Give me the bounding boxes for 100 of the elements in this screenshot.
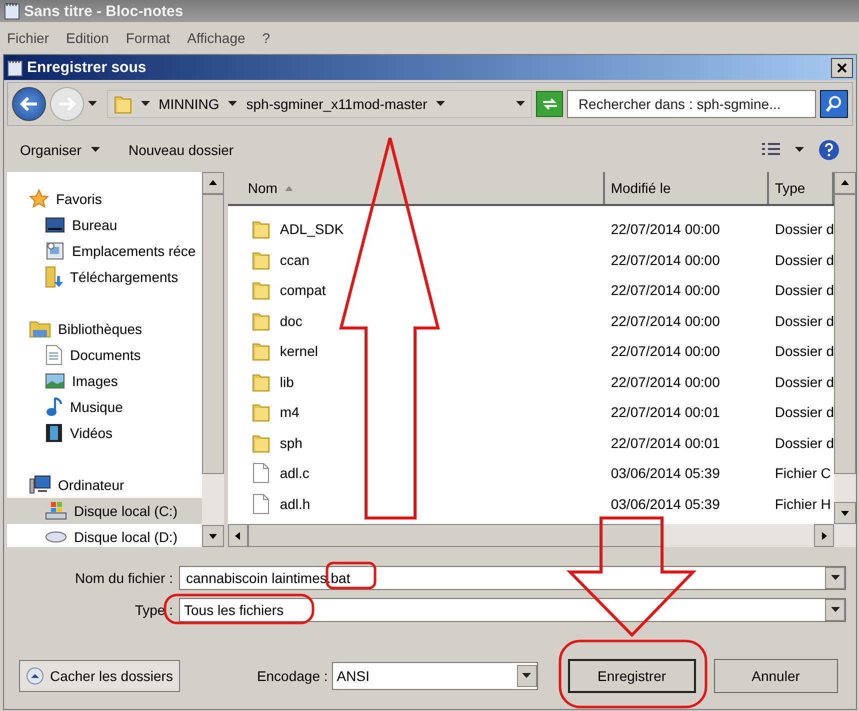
close-button[interactable] (831, 58, 853, 78)
scrollbar-thumb[interactable] (248, 524, 663, 547)
breadcrumb-item[interactable]: sph-sgminer_x11mod-master (246, 96, 428, 112)
scroll-arrow-button[interactable] (228, 524, 248, 547)
nav-group-label[interactable]: Ordinateur (58, 477, 124, 493)
modified-date: 22/07/2014 00:01 (610, 434, 720, 451)
up-triangle-icon (208, 179, 217, 187)
file-type: Dossier d (774, 282, 834, 298)
menu-item[interactable]: Edition (66, 30, 109, 46)
down-triangle-icon (208, 532, 217, 540)
nav-item[interactable]: Images (7, 368, 202, 394)
column-header[interactable]: Nom (228, 172, 605, 204)
file-type: Fichier H (774, 496, 831, 512)
notepad-icon (7, 58, 23, 76)
scrollbar-thumb[interactable] (202, 194, 224, 474)
nav-item[interactable]: Vidéos (7, 420, 202, 446)
document-icon (45, 344, 63, 366)
caret-icon (830, 607, 840, 613)
nav-item[interactable]: Musique (7, 394, 202, 420)
nav-item[interactable]: Disque local (D:) (7, 524, 202, 547)
file-name[interactable]: sph (280, 434, 302, 451)
modified-date: 03/06/2014 05:39 (610, 465, 720, 482)
nav-group-label[interactable]: Bibliothèques (58, 321, 142, 337)
nav-group-label[interactable]: Favoris (56, 191, 102, 207)
search-field[interactable]: Rechercher dans : sph-sgmine... (567, 90, 816, 118)
nav-scrollbar[interactable] (202, 172, 224, 547)
nav-item[interactable]: Emplacements réce (7, 238, 202, 264)
file-type: Dossier d (774, 252, 834, 268)
menu-item[interactable]: Affichage (187, 30, 246, 46)
nav-item[interactable]: Téléchargements (7, 264, 202, 290)
view-list-icon[interactable] (761, 142, 781, 158)
menu-item[interactable]: ? (262, 30, 270, 46)
breadcrumb-item[interactable]: MINNING (158, 96, 220, 112)
file-type: Fichier C (774, 465, 831, 482)
folder-icon (252, 219, 270, 240)
film-icon (45, 423, 63, 443)
file-name[interactable]: doc (280, 312, 302, 329)
scroll-arrow-button[interactable] (202, 525, 224, 547)
file-name[interactable]: lib (280, 374, 294, 390)
file-name[interactable]: adl.h (280, 496, 310, 512)
folder-icon (252, 280, 270, 300)
save-button[interactable]: Enregistrer (568, 659, 696, 693)
field-label: Nom du fichier : (74, 570, 174, 586)
menu-item[interactable]: Format (126, 30, 170, 46)
system-drive-icon (45, 501, 67, 521)
cancel-button[interactable]: Annuler (714, 659, 838, 693)
back-arrow-icon (20, 97, 38, 111)
caret-icon (140, 101, 150, 107)
download-folder-icon (45, 266, 63, 288)
caret-icon (516, 101, 525, 107)
nav-item[interactable]: Documents (7, 342, 202, 368)
address-bar[interactable]: MINNING sph-sgminer_x11mod-master (106, 90, 532, 118)
folder-icon (252, 402, 270, 422)
right-triangle-icon (820, 532, 828, 540)
caret-icon (830, 575, 840, 581)
file-name[interactable]: kernel (280, 343, 318, 360)
folder-icon (114, 94, 132, 114)
up-chevron-icon (26, 667, 44, 685)
modified-date: 03/06/2014 05:39 (610, 496, 720, 512)
nav-item[interactable]: Disque local (C:) (7, 498, 202, 524)
scrollbar-thumb[interactable] (834, 194, 856, 474)
dropdown-button[interactable] (825, 599, 845, 621)
file-type: Dossier d (774, 374, 834, 390)
back-button[interactable] (12, 87, 46, 121)
new-folder-button[interactable]: Nouveau dossier (128, 142, 234, 158)
column-header[interactable]: Modifié le (604, 172, 769, 204)
search-button[interactable] (820, 90, 848, 118)
scroll-arrow-button[interactable] (834, 502, 856, 524)
folder-icon (252, 341, 270, 362)
recent-places-icon (45, 241, 65, 261)
star-icon (29, 189, 49, 209)
file-name[interactable]: compat (280, 282, 326, 298)
help-icon[interactable] (818, 139, 840, 161)
hide-folders-button[interactable]: Cacher les dossiers (19, 660, 180, 692)
scroll-arrow-button[interactable] (202, 172, 224, 194)
file-name[interactable]: m4 (280, 404, 300, 420)
file-type: Dossier d (774, 343, 834, 360)
menu-item[interactable]: Fichier (7, 30, 50, 46)
search-icon (825, 95, 844, 113)
scroll-arrow-button[interactable] (834, 172, 856, 194)
organize-button[interactable]: Organiser (20, 142, 100, 158)
encoding-dropdown[interactable]: ANSI (332, 662, 538, 690)
file-type: Dossier d (774, 312, 834, 329)
refresh-button[interactable] (536, 91, 564, 117)
computer-icon (29, 475, 51, 495)
file-type: Dossier d (774, 434, 834, 451)
file-name[interactable]: ccan (280, 252, 310, 268)
dropdown-button[interactable] (825, 567, 845, 589)
scroll-arrow-button[interactable] (814, 524, 834, 547)
file-name[interactable]: ADL_SDK (280, 221, 344, 238)
list-scrollbar[interactable] (834, 172, 856, 524)
file-name[interactable]: adl.c (280, 465, 310, 482)
dropdown-button[interactable] (516, 665, 537, 687)
modified-date: 22/07/2014 00:00 (610, 282, 720, 298)
horizontal-scrollbar[interactable] (228, 524, 856, 547)
window-title: Sans titre - Bloc-notes (24, 2, 184, 20)
close-icon (837, 62, 847, 72)
modified-date: 22/07/2014 00:00 (610, 343, 720, 360)
file-type-dropdown[interactable]: Tous les fichiers (179, 598, 846, 622)
nav-item[interactable]: Bureau (7, 212, 202, 238)
